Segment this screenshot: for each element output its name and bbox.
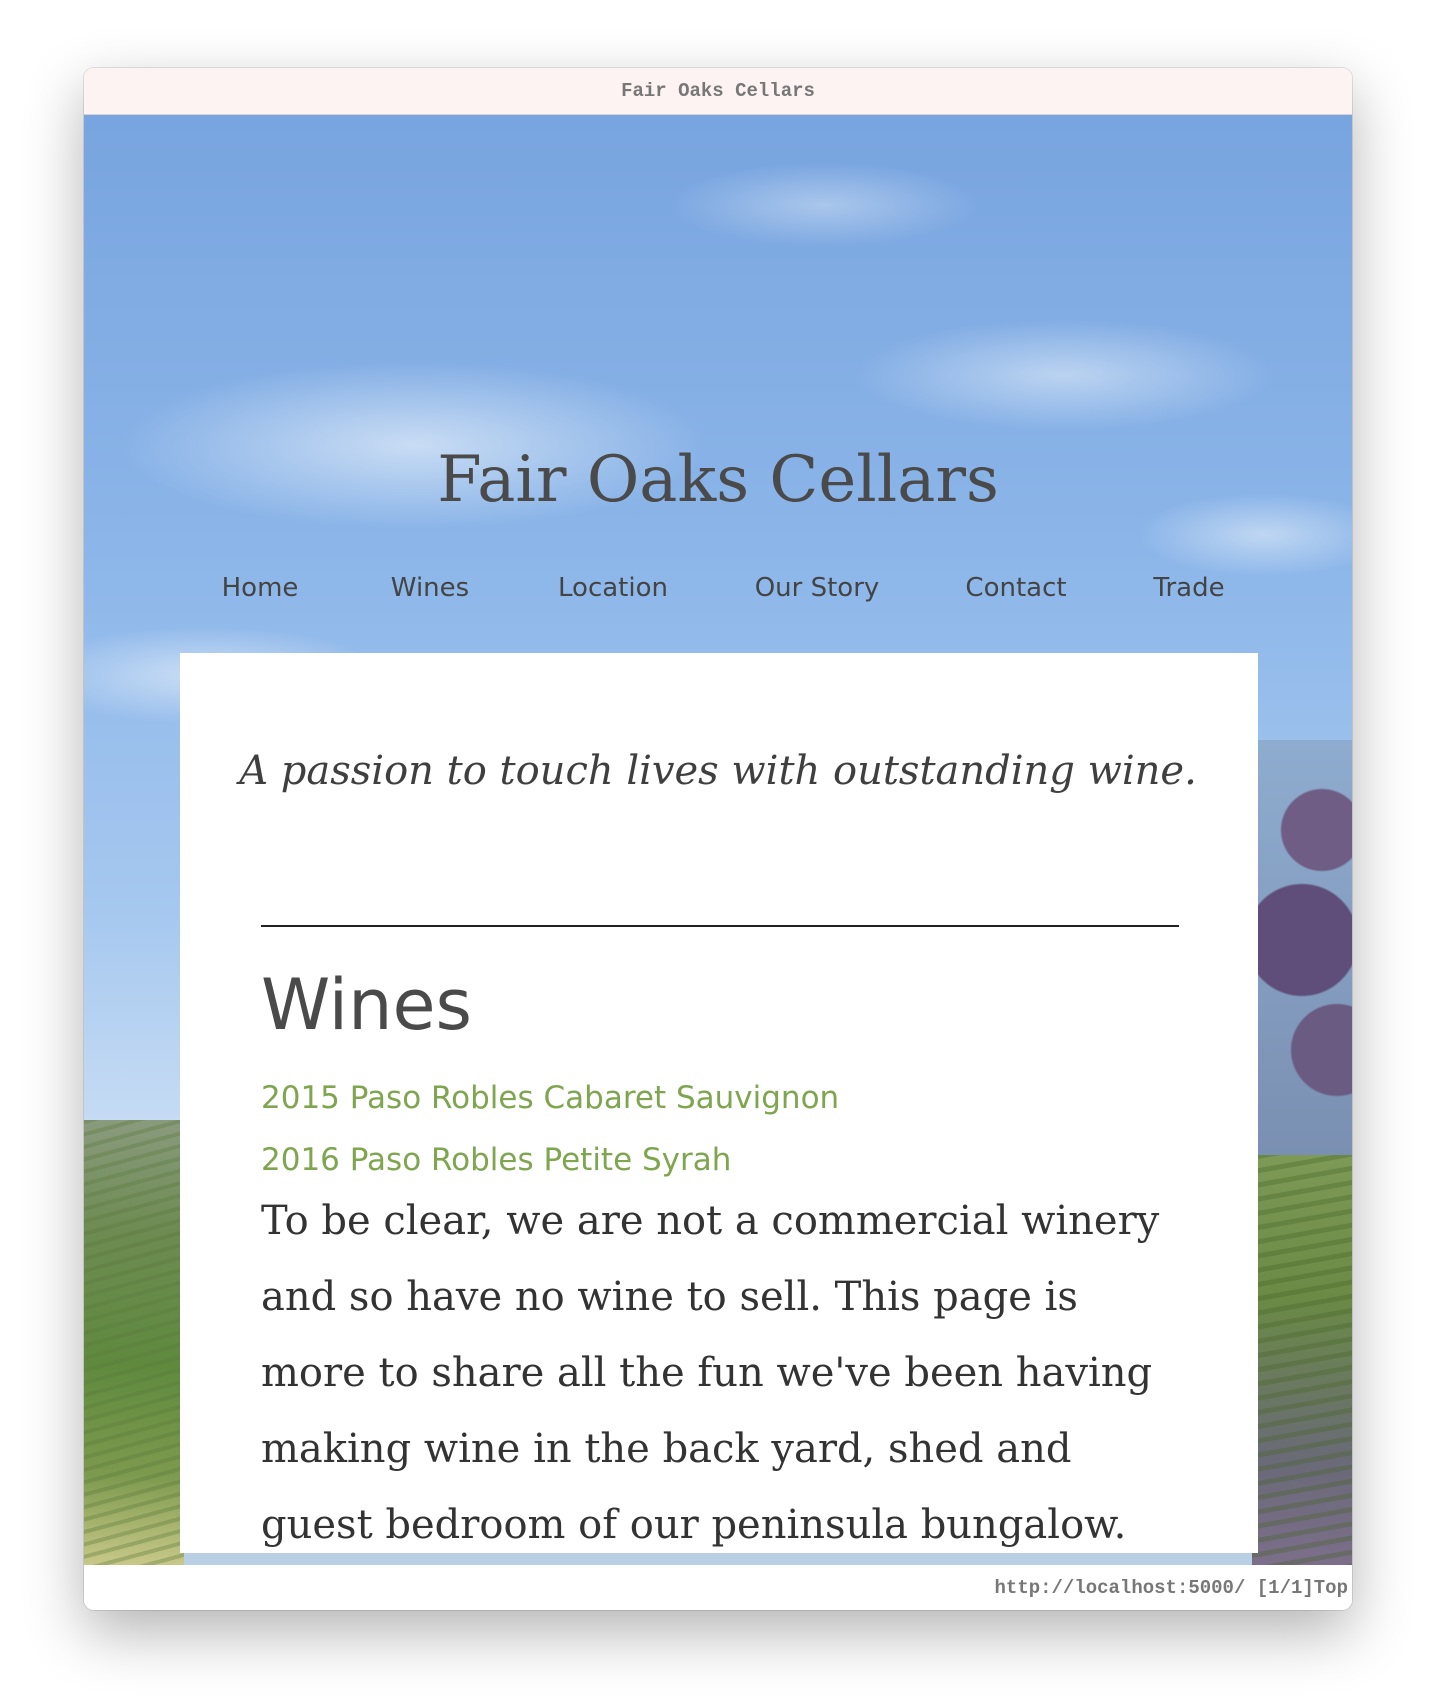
browser-window: Fair Oaks Cellars Fair Oaks Cellars Home… — [84, 68, 1352, 1610]
status-text: http://localhost:5000/ [1/1]Top — [995, 1577, 1348, 1599]
nav-trade[interactable]: Trade — [1153, 573, 1224, 603]
section-heading: Wines — [261, 964, 473, 1046]
oak-tree-background — [1252, 740, 1352, 1160]
section-divider — [261, 925, 1179, 927]
page-viewport[interactable]: Fair Oaks Cellars Home Wines Location Ou… — [84, 115, 1352, 1565]
nav-our-story[interactable]: Our Story — [755, 573, 880, 603]
nav-contact[interactable]: Contact — [965, 573, 1066, 603]
nav-location[interactable]: Location — [558, 573, 668, 603]
vineyard-background-left — [84, 1120, 184, 1565]
nav-home[interactable]: Home — [222, 573, 299, 603]
nav-wines[interactable]: Wines — [391, 573, 469, 603]
body-paragraph: To be clear, we are not a commercial win… — [261, 1198, 1160, 1548]
wine-link-cabernet[interactable]: 2015 Paso Robles Cabaret Sauvignon — [261, 1080, 839, 1116]
window-title: Fair Oaks Cellars — [84, 68, 1352, 115]
vineyard-background-right — [1252, 1155, 1352, 1565]
status-position: Top — [1313, 1577, 1348, 1599]
wine-link-petite-syrah[interactable]: 2016 Paso Robles Petite Syrah — [261, 1142, 731, 1178]
site-title: Fair Oaks Cellars — [437, 443, 999, 517]
status-url: http://localhost:5000/ — [994, 1577, 1246, 1599]
status-bar: http://localhost:5000/ [1/1]Top — [84, 1565, 1352, 1610]
tagline: A passion to touch lives with outstandin… — [239, 748, 1197, 794]
status-page: [1/1] — [1256, 1577, 1314, 1599]
